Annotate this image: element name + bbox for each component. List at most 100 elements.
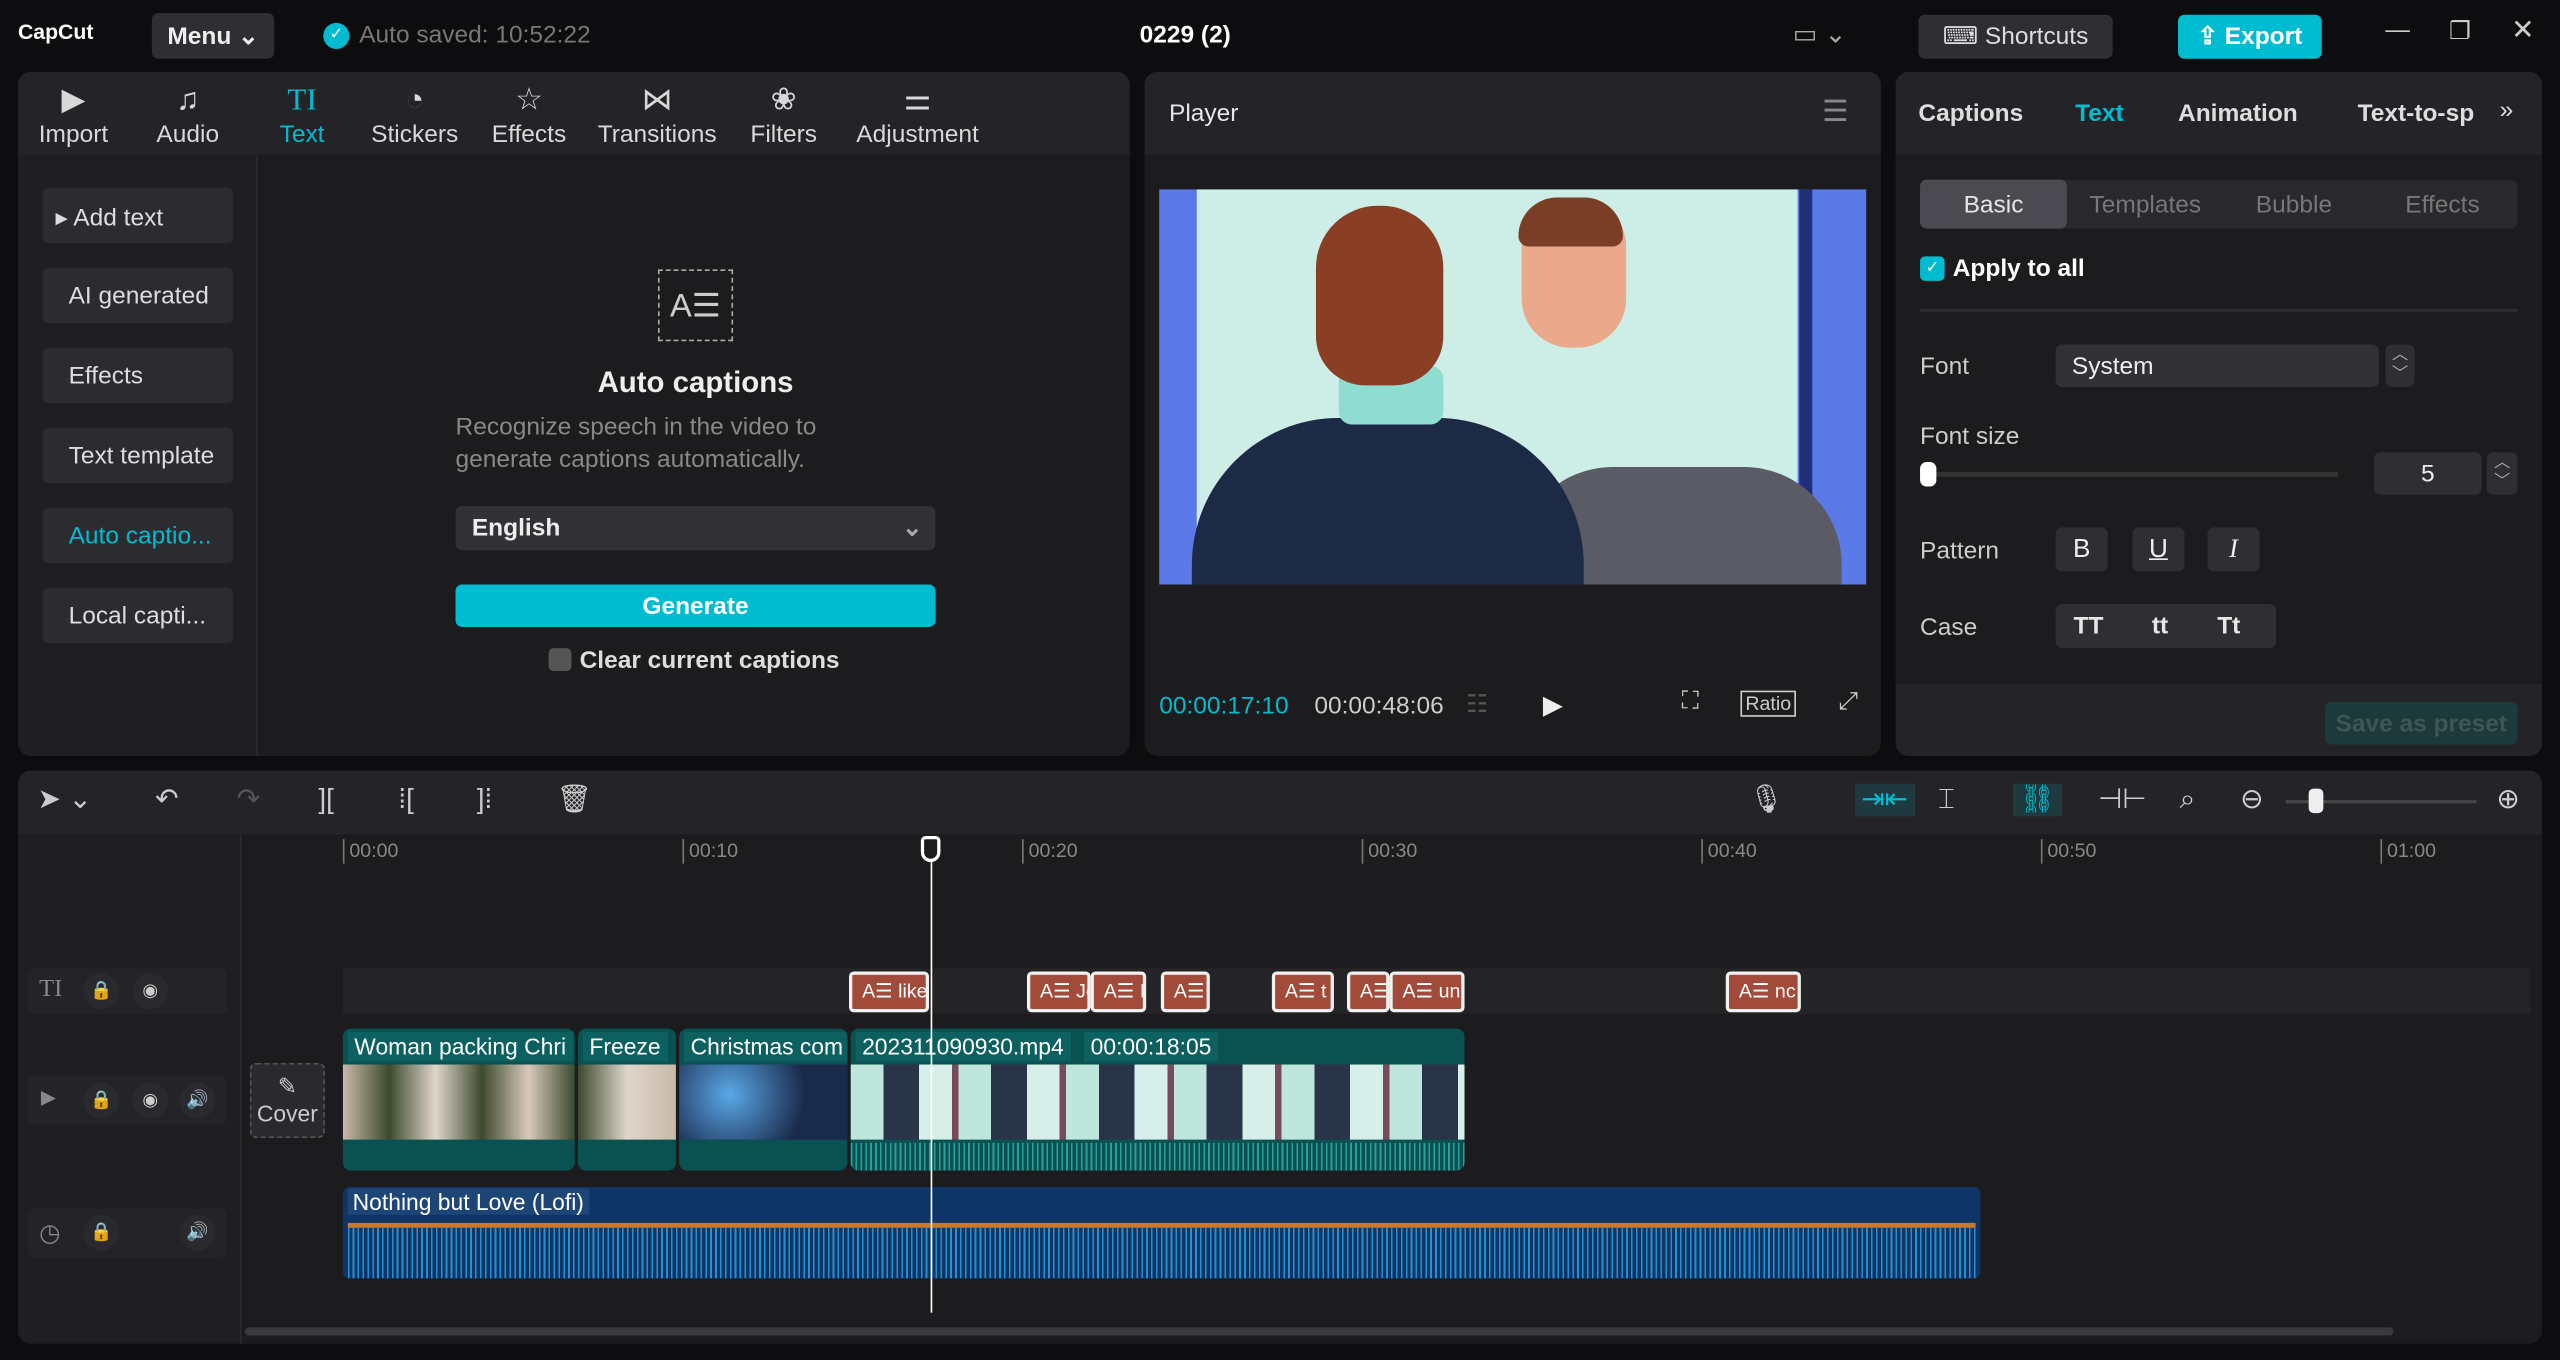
zoom-fit-icon[interactable]: ⌕ (2180, 784, 2196, 817)
main-track-magnet-icon[interactable]: ⇥⇤ (1854, 783, 1915, 817)
tab-animation[interactable]: Animation (2178, 100, 2298, 128)
ruler-tick-label: 01:00 (2380, 839, 2436, 864)
toolbar-adjustment[interactable]: ⚌ Adjustment (849, 82, 986, 149)
caption-clip[interactable]: A☰ un (1389, 971, 1465, 1013)
zoom-slider-handle[interactable] (2308, 788, 2324, 814)
video-clip[interactable]: Freeze (577, 1028, 676, 1171)
play-icon[interactable]: ▶ (1543, 689, 1563, 722)
toolbar-audio[interactable]: ♫ Audio (150, 82, 225, 148)
sidebar-auto-captions[interactable]: Auto captio... (42, 507, 234, 564)
current-time: 00:00:17:10 (1159, 692, 1289, 721)
font-size-slider[interactable] (1920, 471, 2339, 477)
player-menu-icon[interactable]: ☰ (1822, 95, 1848, 129)
zoom-out-icon[interactable]: ⊖ (2240, 784, 2263, 817)
toolbar-transitions[interactable]: ⋈ Transitions (594, 82, 720, 148)
cover-button[interactable]: ✎ Cover (249, 1062, 325, 1138)
caption-clip[interactable]: A☰ t (1271, 971, 1334, 1013)
layout-icon[interactable]: ▭ ⌄ (1793, 18, 1847, 51)
auto-snap-icon[interactable]: ⌶ (1938, 784, 1955, 817)
delete-icon[interactable]: 🗑 (557, 784, 592, 817)
audio-icon: ♫ (176, 83, 200, 118)
horizontal-scrollbar[interactable] (244, 1327, 2394, 1336)
maximize-icon[interactable]: ❐ (2449, 16, 2471, 46)
caption-clip[interactable]: A☰ (1346, 971, 1390, 1013)
case-titlecase[interactable]: Tt (2217, 612, 2240, 640)
video-clip[interactable]: Christmas com (679, 1028, 848, 1171)
label: Adjustment (856, 120, 979, 149)
zoom-in-icon[interactable]: ⊕ (2496, 784, 2519, 817)
export-button[interactable]: ⇪ Export (2178, 14, 2322, 59)
tab-captions[interactable]: Captions (1918, 100, 2023, 128)
split-icon[interactable]: ][ (318, 784, 333, 817)
eye-icon[interactable]: ◉ (132, 1082, 169, 1119)
save-preset-button[interactable]: Save as preset (2324, 702, 2518, 745)
toolbar-effects[interactable]: ☆ Effects (490, 82, 568, 148)
video-clip[interactable]: 202311090930.mp4 00:00:18:05 (850, 1028, 1465, 1171)
waveform-toggle-icon[interactable]: ☷ (1466, 689, 1488, 719)
font-select[interactable]: System (2055, 344, 2379, 387)
bold-button[interactable]: B (2055, 527, 2108, 572)
caption-clip-label: like (898, 979, 928, 1003)
subtab-templates[interactable]: Templates (2074, 191, 2218, 219)
sidebar-ai-generated[interactable]: AI generated (42, 267, 234, 324)
language-select[interactable]: English ⌄ (455, 506, 936, 551)
toolbar-import[interactable]: ▶︎ Import (33, 82, 115, 148)
playhead[interactable] (920, 835, 941, 1313)
case-uppercase[interactable]: TT (2074, 612, 2104, 640)
caption-clip[interactable]: A☰ nc (1725, 971, 1801, 1013)
lock-icon[interactable]: 🔒 (83, 1082, 120, 1119)
caption-clip[interactable]: A☰ I (1090, 971, 1147, 1013)
lock-icon[interactable]: 🔒 (83, 973, 120, 1010)
italic-button[interactable]: I (2207, 527, 2260, 572)
split-left-icon[interactable]: ⁞[ (398, 784, 413, 817)
generate-button[interactable]: Generate (455, 584, 936, 627)
caption-clip-label: t (1321, 979, 1327, 1003)
audio-clip[interactable]: Nothing but Love (Lofi) (342, 1186, 1981, 1279)
preview-axis-icon[interactable]: ⊣⊢ (2098, 784, 2146, 817)
font-size-input[interactable]: 5 (2373, 452, 2482, 495)
split-right-icon[interactable]: ]⁞ (477, 784, 492, 817)
font-size-slider-handle[interactable] (1920, 462, 1937, 487)
minimize-icon[interactable]: — (2385, 16, 2409, 44)
fit-icon[interactable]: ⛶ (1682, 687, 1699, 715)
caption-clip[interactable]: A☰ (1160, 971, 1210, 1013)
sidebar-local-captions[interactable]: Local capti... (42, 587, 234, 644)
tab-text-to-speech[interactable]: Text-to-sp (2358, 100, 2475, 128)
redo-icon[interactable]: ↷ (237, 784, 260, 817)
underline-button[interactable]: U (2132, 527, 2185, 572)
volume-icon[interactable]: 🔊 (179, 1082, 216, 1119)
undo-icon[interactable]: ↶ (155, 784, 178, 817)
microphone-icon[interactable]: 🎙 (1749, 784, 1784, 817)
lock-icon[interactable]: 🔒 (83, 1214, 120, 1251)
shortcuts-button[interactable]: ⌨ Shortcuts (1918, 14, 2113, 59)
sidebar-text-template[interactable]: Text template (42, 427, 234, 484)
ratio-button[interactable]: Ratio (1740, 690, 1796, 717)
font-size-stepper[interactable]: ︿ ﹀ (2486, 452, 2518, 495)
eye-icon[interactable]: ◉ (132, 973, 169, 1010)
sidebar-effects[interactable]: Effects (42, 347, 234, 404)
toolbar-stickers[interactable]: ◔ Stickers (369, 82, 460, 148)
caption-clip[interactable]: A☰ Je (1026, 971, 1091, 1013)
menu-button[interactable]: Menu ⌄ (151, 13, 275, 59)
toolbar-text[interactable]: TI Text (269, 82, 334, 149)
volume-icon[interactable]: 🔊 (179, 1214, 216, 1251)
subtab-bubble[interactable]: Bubble (2224, 191, 2364, 219)
close-icon[interactable]: ✕ (2511, 15, 2534, 48)
caption-clip[interactable]: A☰ like (849, 971, 930, 1013)
label: Text (279, 120, 325, 149)
more-tabs-icon[interactable]: » (2500, 96, 2514, 124)
case-lowercase[interactable]: tt (2152, 612, 2168, 640)
sidebar-add-text[interactable]: ▸ Add text (42, 187, 234, 244)
font-stepper[interactable]: ︿ ﹀ (2385, 344, 2415, 387)
video-clip[interactable]: Woman packing Chri (342, 1028, 575, 1171)
apply-all-checkbox[interactable]: ✓ (1920, 256, 1945, 281)
toolbar-filters[interactable]: ❀ Filters (748, 82, 820, 148)
playhead-handle[interactable] (920, 835, 941, 863)
fullscreen-icon[interactable]: ⤢ (1838, 687, 1858, 715)
clear-captions-checkbox[interactable] (548, 648, 572, 672)
subtab-basic[interactable]: Basic (1920, 179, 2067, 229)
subtab-effects[interactable]: Effects (2371, 191, 2515, 219)
tab-text[interactable]: Text (2075, 100, 2124, 128)
link-icon[interactable]: ⛓ (2013, 783, 2062, 817)
select-tool-icon[interactable]: ➤ ⌄ (38, 784, 92, 817)
